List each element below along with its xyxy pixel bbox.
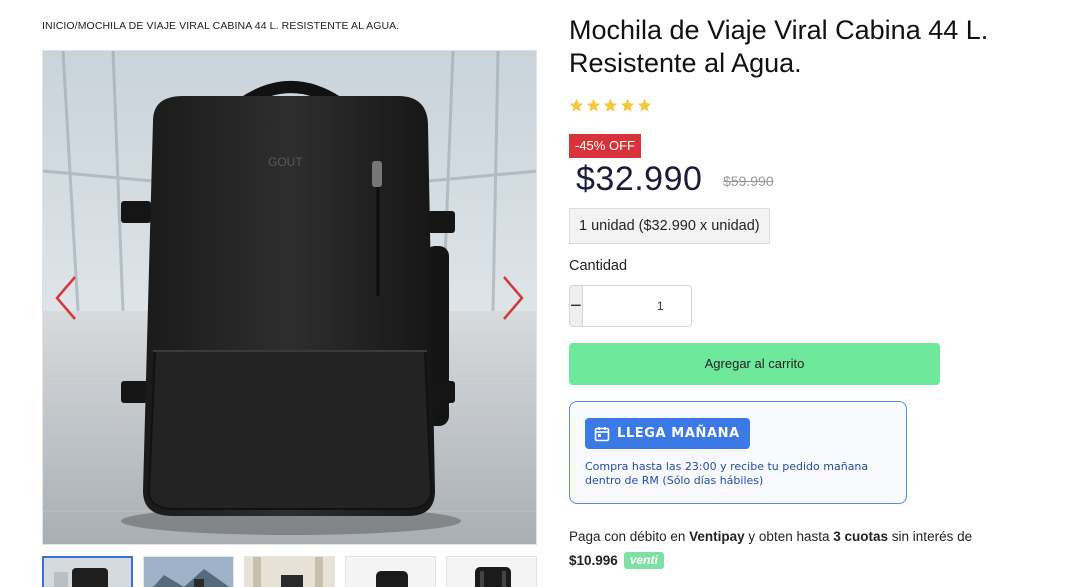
thumbnail-5[interactable] xyxy=(446,556,537,587)
thumbnail-1[interactable] xyxy=(42,556,133,587)
delivery-badge-label: LLEGA MAÑANA xyxy=(617,426,740,441)
payment-text: sin interés de xyxy=(891,529,973,544)
thumbnail-strip xyxy=(42,556,537,587)
product-image: GOUT xyxy=(43,51,536,544)
next-image-arrow-icon[interactable] xyxy=(498,273,528,323)
payment-text: Paga con débito en xyxy=(569,529,686,544)
decrease-quantity-button[interactable]: − xyxy=(570,286,583,326)
original-price: $59.990 xyxy=(723,173,774,189)
calendar-icon xyxy=(594,426,610,441)
star-icon xyxy=(637,98,652,112)
delivery-badge: LLEGA MAÑANA xyxy=(585,418,750,449)
add-to-cart-button[interactable]: Agregar al carrito xyxy=(569,343,940,385)
product-title: Mochila de Viaje Viral Cabina 44 L. Resi… xyxy=(569,15,989,78)
payment-text: y obten hasta xyxy=(748,529,830,544)
thumbnail-4[interactable] xyxy=(345,556,436,587)
star-icon xyxy=(603,98,618,112)
installments-count: 3 cuotas xyxy=(833,529,889,544)
rating-stars xyxy=(569,98,652,113)
star-icon xyxy=(620,98,635,112)
thumbnail-3[interactable] xyxy=(244,556,335,587)
unit-price-option[interactable]: 1 unidad ($32.990 x unidad) xyxy=(569,208,770,244)
shipping-info-box: LLEGA MAÑANA Compra hasta las 23:00 y re… xyxy=(569,401,907,504)
quantity-stepper: − + xyxy=(569,285,692,327)
current-price: $32.990 xyxy=(576,160,703,198)
discount-badge: -45% OFF xyxy=(569,134,641,158)
star-icon xyxy=(586,98,601,112)
quantity-label: Cantidad xyxy=(569,258,628,274)
previous-image-arrow-icon[interactable] xyxy=(51,273,81,323)
bag-logo: GOUT xyxy=(268,155,303,169)
quantity-input[interactable] xyxy=(582,286,691,326)
product-image-gallery[interactable]: GOUT xyxy=(42,50,537,545)
breadcrumb[interactable]: INICIO/MOCHILA DE VIAJE VIRAL CABINA 44 … xyxy=(42,20,399,32)
payment-installments-info: Paga con débito en Ventipay y obten hast… xyxy=(569,525,1039,573)
shipping-description: Compra hasta las 23:00 y recibe tu pedid… xyxy=(585,460,869,487)
star-icon xyxy=(569,98,584,112)
payment-provider: Ventipay xyxy=(689,529,745,544)
installment-amount: $10.996 xyxy=(569,553,618,568)
thumbnail-2[interactable] xyxy=(143,556,234,587)
venti-logo: venti xyxy=(623,552,664,569)
